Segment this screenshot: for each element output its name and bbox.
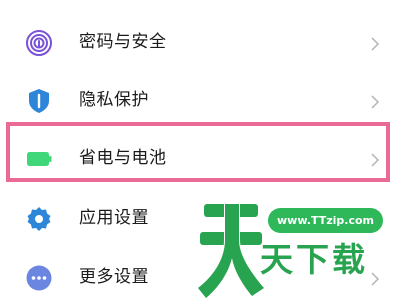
watermark-text: 天下载 bbox=[260, 240, 368, 279]
settings-item-label: 密码与安全 bbox=[79, 32, 167, 52]
shield-icon bbox=[29, 89, 49, 113]
fingerprint-icon bbox=[26, 30, 52, 56]
gear-icon bbox=[27, 207, 51, 231]
watermark-url: www.TTzip.com bbox=[268, 208, 383, 233]
chevron-right-icon bbox=[371, 95, 380, 109]
settings-item-label: 更多设置 bbox=[79, 267, 149, 287]
watermark: www.TTzip.com 天下载 bbox=[196, 196, 400, 300]
settings-item-label: 应用设置 bbox=[79, 208, 149, 228]
highlight-box bbox=[6, 122, 390, 182]
more-dots-icon bbox=[26, 265, 52, 291]
settings-item-label: 隐私保护 bbox=[79, 90, 149, 110]
watermark-logo-icon bbox=[196, 203, 266, 300]
chevron-right-icon bbox=[371, 37, 380, 51]
settings-list: 密码与安全 隐私保护 省电与电池 应用设置 更多设置 www.TTzip.com… bbox=[0, 0, 400, 300]
settings-item-password-security[interactable]: 密码与安全 bbox=[0, 14, 400, 72]
